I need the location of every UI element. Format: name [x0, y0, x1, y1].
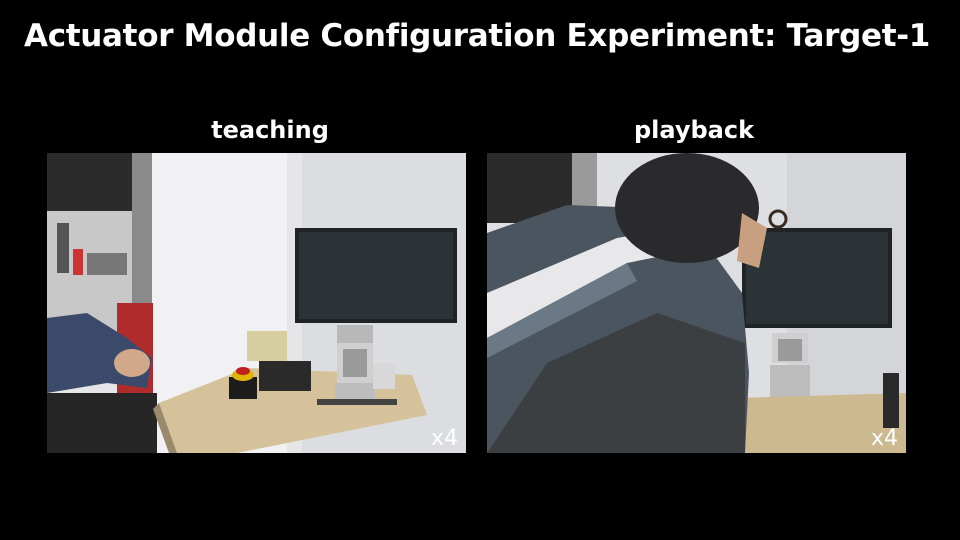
- teaching-video-frame: x4: [47, 153, 466, 453]
- playback-scene: [487, 153, 906, 453]
- playback-label: playback: [633, 116, 755, 144]
- teaching-scene: [47, 153, 466, 453]
- teaching-label: teaching: [211, 116, 329, 144]
- playback-speed-label: x4: [870, 426, 898, 451]
- page-title: Actuator Module Configuration Experiment…: [24, 18, 931, 54]
- playback-video-frame: x4: [487, 153, 906, 453]
- teaching-speed-label: x4: [430, 426, 458, 451]
